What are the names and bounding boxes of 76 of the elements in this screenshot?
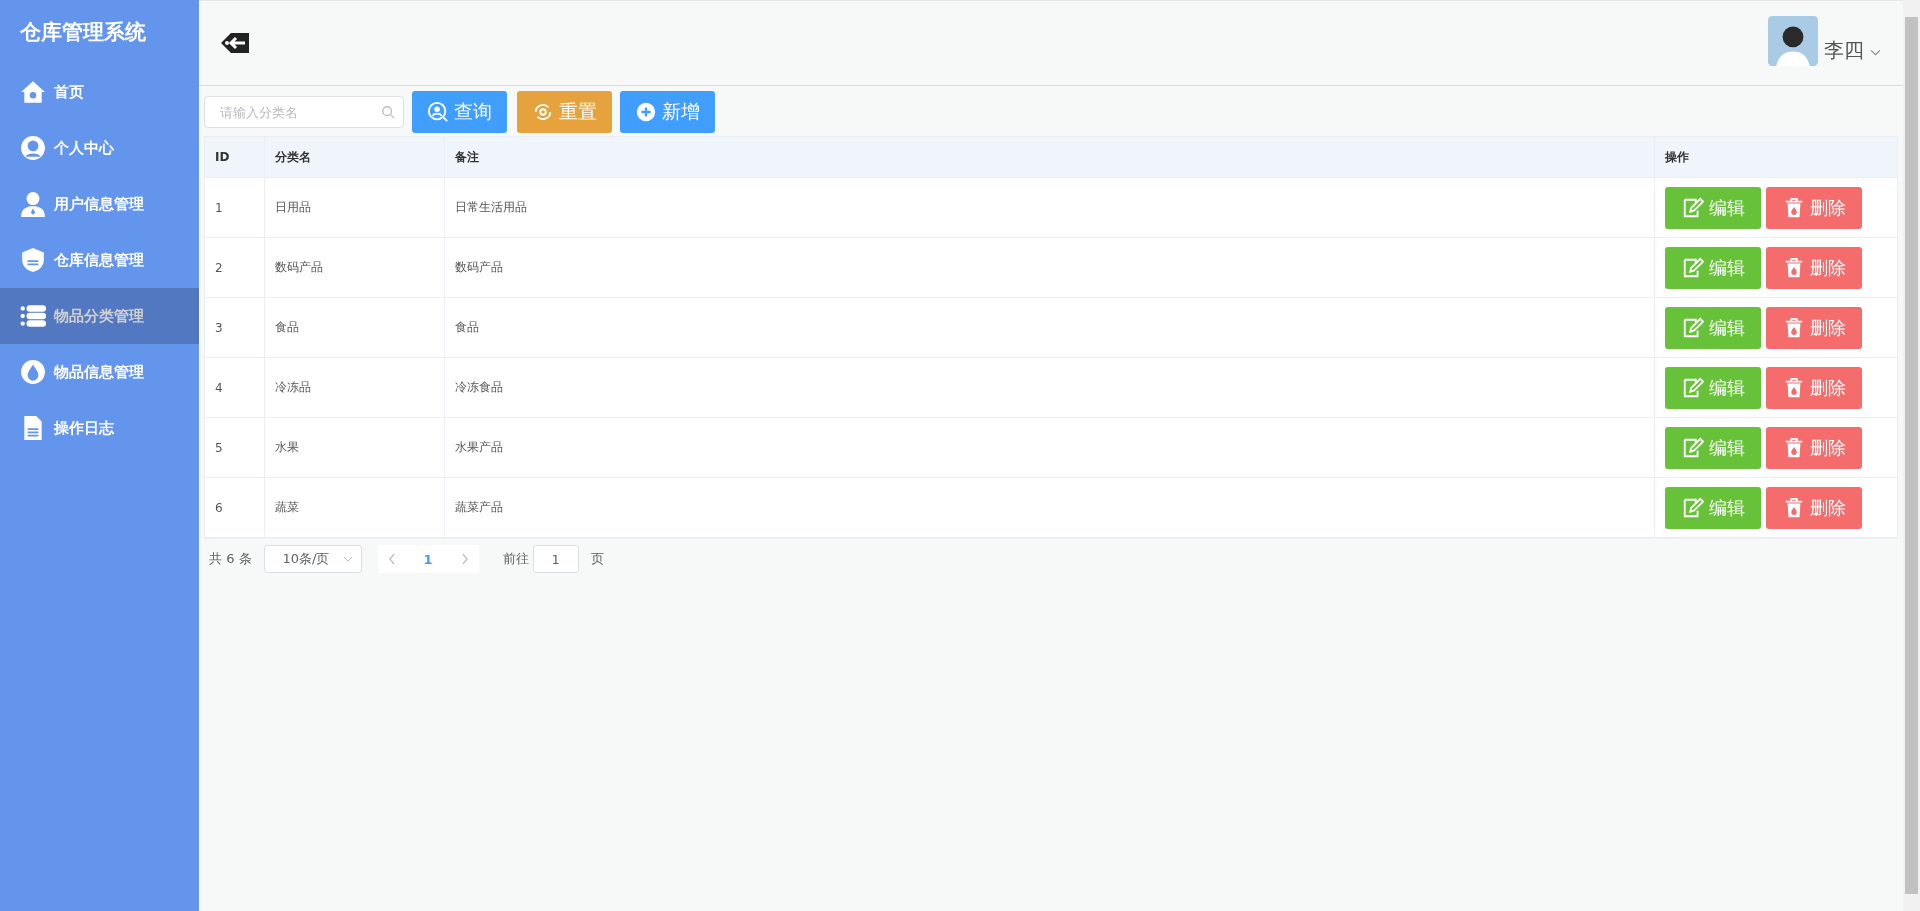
total-count: 共 6 条	[209, 550, 252, 568]
delete-button[interactable]: 删除	[1766, 306, 1862, 349]
list-icon	[20, 303, 46, 329]
column-header: 操作	[1664, 148, 1690, 166]
delete-button[interactable]: 删除	[1766, 366, 1862, 409]
previous-page-icon[interactable]	[387, 553, 396, 565]
page-size-select[interactable]: 10条/页	[263, 545, 362, 573]
edit-button[interactable]: 编辑	[1665, 426, 1761, 469]
edit-icon	[1681, 496, 1704, 519]
add-button[interactable]: 新增	[620, 91, 715, 133]
edit-icon	[1681, 316, 1704, 339]
app-title: 仓库管理系统	[19, 19, 147, 46]
sidebar-item[interactable]: 个人中心	[0, 120, 199, 176]
edit-icon	[1681, 256, 1704, 279]
search-icon	[381, 105, 395, 119]
table-cell: 蔬菜	[265, 478, 445, 537]
back-arrow-icon[interactable]	[219, 30, 251, 56]
table-cell: 6	[205, 478, 265, 537]
table-cell: 1	[205, 178, 265, 237]
user-icon	[20, 191, 46, 217]
edit-button[interactable]: 编辑	[1665, 366, 1761, 409]
sidebar-item[interactable]: 物品分类管理	[0, 288, 199, 344]
page-input[interactable]: 1	[532, 545, 579, 573]
edit-button[interactable]: 编辑	[1665, 306, 1761, 349]
table-cell: 日常生活用品	[445, 178, 1655, 237]
table-cell: 冷冻品	[265, 358, 445, 417]
goto-label: 前往	[502, 550, 529, 568]
caret-icon	[342, 556, 353, 562]
table-cell: 数码产品	[265, 238, 445, 297]
table-cell: 水果	[265, 418, 445, 477]
table-cell: 3	[205, 298, 265, 357]
edit-icon	[1681, 196, 1704, 219]
sidebar-item[interactable]: 用户信息管理	[0, 176, 199, 232]
page-number[interactable]: 1	[423, 551, 433, 567]
drop-icon	[20, 359, 46, 385]
sidebar-item[interactable]: 物品信息管理	[0, 344, 199, 400]
edit-button[interactable]: 编辑	[1665, 486, 1761, 529]
column-header: 备注	[445, 137, 1655, 177]
edit-button[interactable]: 编辑	[1665, 246, 1761, 289]
sidebar-item[interactable]: 首页	[0, 64, 199, 120]
page-label: 页	[590, 550, 604, 568]
table-cell: 2	[205, 238, 265, 297]
refresh-icon	[532, 101, 554, 123]
table-cell: 食品	[445, 298, 1655, 357]
edit-icon	[1681, 436, 1704, 459]
person-icon	[20, 135, 46, 161]
user-name[interactable]: 李四	[1824, 36, 1864, 64]
column-header: ID	[205, 137, 265, 177]
scrollbar[interactable]	[1903, 0, 1920, 911]
delete-button[interactable]: 删除	[1766, 486, 1862, 529]
avatar-icon[interactable]	[1768, 16, 1818, 66]
column-header: 分类名	[265, 137, 445, 177]
house-icon	[20, 79, 46, 105]
reset-button[interactable]: 重置	[517, 91, 612, 133]
table-cell: 数码产品	[445, 238, 1655, 297]
table-cell: 冷冻食品	[445, 358, 1655, 417]
delete-button[interactable]: 删除	[1766, 246, 1862, 289]
next-page-icon[interactable]	[460, 553, 469, 565]
plus-icon	[635, 101, 657, 123]
search-field[interactable]: 请输入分类名	[204, 96, 404, 128]
table-cell: 5	[205, 418, 265, 477]
table-cell: 食品	[265, 298, 445, 357]
delete-button[interactable]: 删除	[1766, 186, 1862, 229]
table-cell: 日用品	[265, 178, 445, 237]
caret-icon[interactable]	[1870, 48, 1881, 56]
table-cell: 蔬菜产品	[445, 478, 1655, 537]
edit-icon	[1681, 376, 1704, 399]
delete-button[interactable]: 删除	[1766, 426, 1862, 469]
sidebar-item[interactable]: 仓库信息管理	[0, 232, 199, 288]
sidebar-item[interactable]: 操作日志	[0, 400, 199, 456]
shield-icon	[20, 247, 46, 273]
edit-button[interactable]: 编辑	[1665, 186, 1761, 229]
table-cell: 水果产品	[445, 418, 1655, 477]
table-cell: 4	[205, 358, 265, 417]
search-icon	[427, 101, 449, 123]
search-button[interactable]: 查询	[412, 91, 507, 133]
